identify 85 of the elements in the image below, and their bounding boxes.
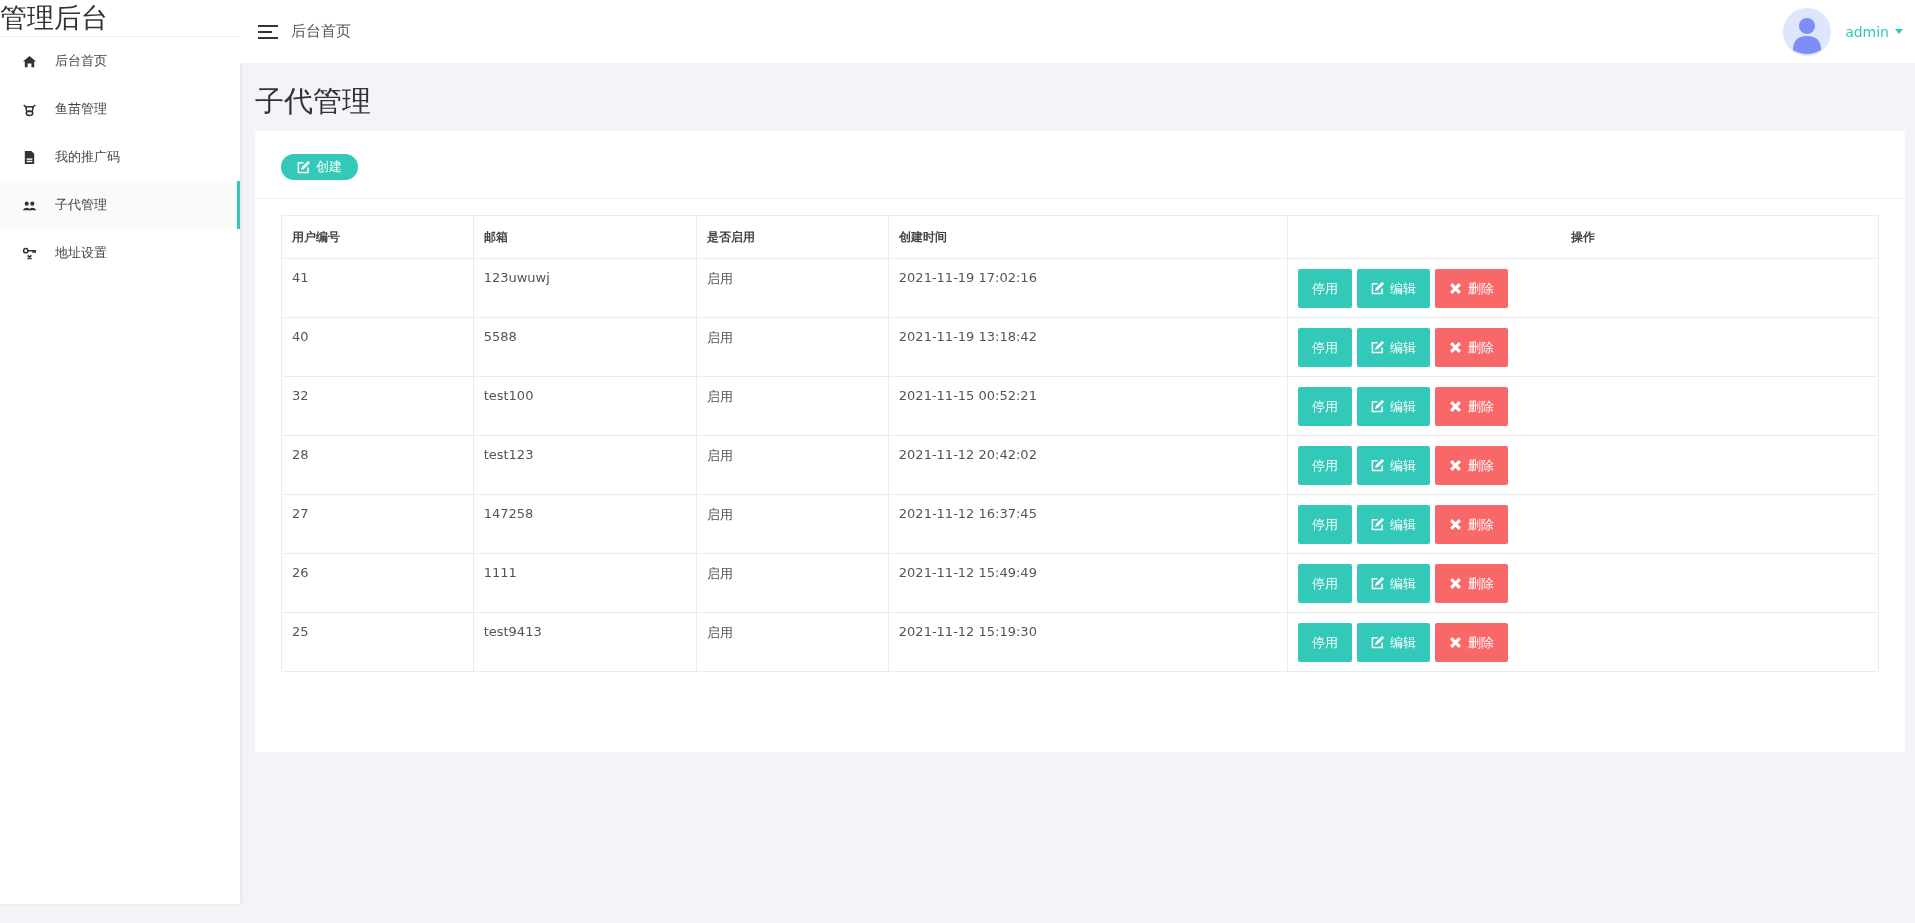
delete-button[interactable]: 删除	[1435, 505, 1509, 544]
table-cell: 123uwuwj	[473, 258, 697, 318]
table-cell: 2021-11-12 20:42:02	[888, 435, 1288, 495]
delete-button[interactable]: 删除	[1435, 623, 1509, 662]
disable-button[interactable]: 停用	[1298, 269, 1353, 308]
table-cell: 2021-11-12 15:19:30	[888, 612, 1288, 672]
table-cell: 25	[281, 612, 474, 672]
disable-button[interactable]: 停用	[1298, 328, 1353, 367]
edit-icon	[297, 160, 310, 174]
table-cell: 40	[281, 317, 474, 377]
column-header: 操作	[1287, 215, 1879, 259]
home-icon	[22, 53, 37, 69]
delete-button[interactable]: 删除	[1435, 564, 1509, 603]
table-cell: 2021-11-12 16:37:45	[888, 494, 1288, 554]
table-cell: 启用	[696, 258, 889, 318]
disable-button[interactable]: 停用	[1298, 623, 1353, 662]
sidebar-item[interactable]: 后台首页	[0, 37, 240, 85]
column-header: 用户编号	[281, 215, 474, 259]
table-cell: 2021-11-19 13:18:42	[888, 317, 1288, 377]
delete-button[interactable]: 删除	[1435, 446, 1509, 485]
table-cell: 2021-11-19 17:02:16	[888, 258, 1288, 318]
menu-icon[interactable]	[258, 24, 278, 39]
edit-button[interactable]: 编辑	[1357, 564, 1431, 603]
close-icon	[1449, 577, 1463, 590]
edit-icon	[1371, 636, 1385, 649]
edit-button[interactable]: 编辑	[1357, 446, 1431, 485]
edit-icon	[1371, 577, 1385, 590]
table-cell: 1111	[473, 553, 697, 613]
edit-button[interactable]: 编辑	[1357, 623, 1431, 662]
edit-button[interactable]: 编辑	[1357, 269, 1431, 308]
file-icon	[22, 149, 37, 165]
disable-button[interactable]: 停用	[1298, 564, 1353, 603]
edit-icon	[1371, 459, 1385, 472]
table-cell: test100	[473, 376, 697, 436]
table-cell: 147258	[473, 494, 697, 554]
table-cell: test9413	[473, 612, 697, 672]
close-icon	[1449, 341, 1463, 354]
table-cell: 41	[281, 258, 474, 318]
delete-button[interactable]: 删除	[1435, 269, 1509, 308]
table-cell: 启用	[696, 494, 889, 554]
table-cell: 27	[281, 494, 474, 554]
table-cell: 启用	[696, 317, 889, 377]
edit-button[interactable]: 编辑	[1357, 387, 1431, 426]
edit-icon	[1371, 518, 1385, 531]
delete-button[interactable]: 删除	[1435, 387, 1509, 426]
delete-button[interactable]: 删除	[1435, 328, 1509, 367]
sidebar-item[interactable]: 鱼苗管理	[0, 85, 240, 133]
sidebar-item[interactable]: 地址设置	[0, 229, 240, 277]
table-cell: test123	[473, 435, 697, 495]
edit-icon	[1371, 341, 1385, 354]
edit-icon	[1371, 282, 1385, 295]
breadcrumb-link[interactable]: 后台首页	[291, 22, 351, 41]
key-icon	[22, 245, 37, 261]
cow-head-icon	[22, 101, 37, 117]
table-cell: 5588	[473, 317, 697, 377]
close-icon	[1449, 400, 1463, 413]
table-cell: 启用	[696, 376, 889, 436]
close-icon	[1449, 459, 1463, 472]
edit-button[interactable]: 编辑	[1357, 505, 1431, 544]
disable-button[interactable]: 停用	[1298, 387, 1353, 426]
sidebar-item[interactable]: 子代管理	[0, 181, 240, 229]
table-cell: 28	[281, 435, 474, 495]
column-header: 是否启用	[696, 215, 889, 259]
table-cell: 26	[281, 553, 474, 613]
column-header: 邮箱	[473, 215, 697, 259]
caret-icon	[1895, 29, 1903, 34]
user-menu[interactable]: admin	[1845, 23, 1903, 40]
table-cell: 启用	[696, 553, 889, 613]
table-cell: 启用	[696, 612, 889, 672]
close-icon	[1449, 636, 1463, 649]
sidebar-item[interactable]: 我的推广码	[0, 133, 240, 181]
table-cell: 2021-11-12 15:49:49	[888, 553, 1288, 613]
edit-icon	[1371, 400, 1385, 413]
page-title: 子代管理	[255, 83, 372, 120]
column-header: 创建时间	[888, 215, 1288, 259]
close-icon	[1449, 282, 1463, 295]
create-button[interactable]: 创建	[281, 154, 358, 180]
close-icon	[1449, 518, 1463, 531]
avatar-icon[interactable]	[1783, 7, 1832, 56]
disable-button[interactable]: 停用	[1298, 446, 1353, 485]
table-cell: 32	[281, 376, 474, 436]
table-cell: 启用	[696, 435, 889, 495]
disable-button[interactable]: 停用	[1298, 505, 1353, 544]
table-cell: 2021-11-15 00:52:21	[888, 376, 1288, 436]
edit-button[interactable]: 编辑	[1357, 328, 1431, 367]
